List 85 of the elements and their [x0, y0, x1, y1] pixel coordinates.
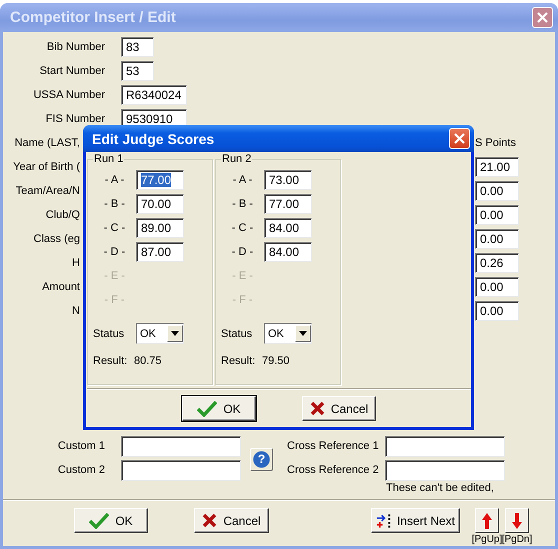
shortcut-label: [PgDn] [502, 534, 532, 546]
points-field[interactable]: 0.00 [475, 229, 519, 249]
judge-label: - C - [230, 221, 254, 236]
result-value: 79.50 [262, 354, 290, 368]
field-label: Cross Reference 2 [287, 463, 380, 478]
judge-label: - C - [102, 221, 126, 236]
dialog-button[interactable]: Cancel [302, 396, 376, 421]
judge-label: - B - [103, 197, 126, 212]
points-field[interactable]: 0.00 [475, 205, 519, 225]
x-mark-icon [202, 513, 218, 528]
field-label: H [71, 256, 80, 271]
window-title: Competitor Insert / Edit [10, 9, 177, 26]
field-label: Amount [41, 280, 80, 295]
dialog-title: Edit Judge Scores [92, 130, 216, 146]
field-label: Custom 1 [56, 439, 105, 454]
caret-icon [299, 331, 307, 336]
down-arrow-icon [511, 512, 523, 530]
dialog-button[interactable]: Cancel [194, 508, 269, 533]
status-dropdown[interactable]: OK [136, 323, 184, 344]
score-field[interactable]: 87.00 [136, 242, 184, 262]
shortcut-label: [PgUp] [472, 534, 502, 546]
x-mark-icon [310, 401, 325, 416]
field-label: USSA Number [32, 88, 105, 103]
field-label: N [71, 304, 80, 319]
status-label: Status [221, 326, 254, 342]
checkmark-icon [197, 400, 218, 416]
points-field[interactable]: 0.00 [475, 277, 519, 297]
points-field[interactable]: 0.00 [475, 181, 519, 201]
score-field[interactable]: 73.00 [264, 170, 312, 190]
status-label: Status [93, 326, 126, 342]
close-button[interactable] [532, 7, 553, 28]
page-button[interactable] [475, 508, 499, 533]
text-field[interactable]: 53 [121, 61, 154, 81]
field-label: Class (eg [32, 232, 80, 247]
text-field[interactable]: R6340024 [121, 85, 187, 105]
text-field[interactable] [385, 436, 505, 457]
points-field[interactable]: 0.00 [475, 301, 519, 321]
judge-label: - F - [103, 293, 126, 308]
close-icon [454, 133, 465, 144]
judge-label: - F - [231, 293, 254, 308]
result-label: Result: [221, 354, 256, 368]
score-field[interactable]: 77.00 [264, 194, 312, 214]
field-label: Start Number [38, 64, 105, 79]
score-field[interactable]: 84.00 [264, 242, 312, 262]
field-label: Team/Area/N [14, 184, 80, 199]
judge-label: - D - [230, 245, 254, 260]
close-button[interactable] [449, 128, 470, 149]
up-arrow-icon [481, 512, 493, 530]
column-label: S Points [475, 136, 517, 151]
dialog-button[interactable]: OK [74, 508, 148, 533]
text-field[interactable]: 83 [121, 37, 154, 57]
close-icon [537, 12, 548, 23]
text-field[interactable] [121, 436, 241, 457]
judge-label: - E - [103, 269, 126, 284]
points-field[interactable]: 21.00 [475, 157, 519, 177]
judge-label: - A - [104, 173, 126, 188]
page-button[interactable] [505, 508, 529, 533]
dialog-button[interactable]: Insert Next [371, 508, 460, 533]
judge-label: - D - [102, 245, 126, 260]
field-label: Bib Number [46, 40, 105, 55]
text-field[interactable] [121, 460, 241, 481]
score-field[interactable]: 77.00 [136, 170, 184, 190]
judge-label: - A - [232, 173, 254, 188]
insert-icon [376, 512, 393, 528]
dialog-button[interactable]: OK [182, 396, 256, 421]
text-field[interactable] [385, 460, 505, 481]
field-label: Cross Reference 1 [287, 439, 380, 454]
result-label: Result: [93, 354, 128, 368]
field-label: Club/Q [44, 208, 80, 223]
field-label: Name (LAST, [14, 136, 80, 151]
score-field[interactable]: 70.00 [136, 194, 184, 214]
field-label: FIS Number [44, 112, 105, 127]
field-label: Custom 2 [56, 463, 105, 478]
judge-label: - B - [231, 197, 254, 212]
caret-icon [171, 331, 179, 336]
judge-label: - E - [231, 269, 254, 284]
result-value: 80.75 [134, 354, 162, 368]
score-field[interactable]: 84.00 [264, 218, 312, 238]
score-field[interactable]: 89.00 [136, 218, 184, 238]
field-label: Year of Birth ( [12, 160, 80, 175]
points-field[interactable]: 0.26 [475, 253, 519, 273]
checkmark-icon [89, 512, 110, 528]
help-button[interactable]: ? [250, 448, 273, 471]
status-dropdown[interactable]: OK [264, 323, 312, 344]
note-text: These can't be edited, [386, 482, 495, 495]
